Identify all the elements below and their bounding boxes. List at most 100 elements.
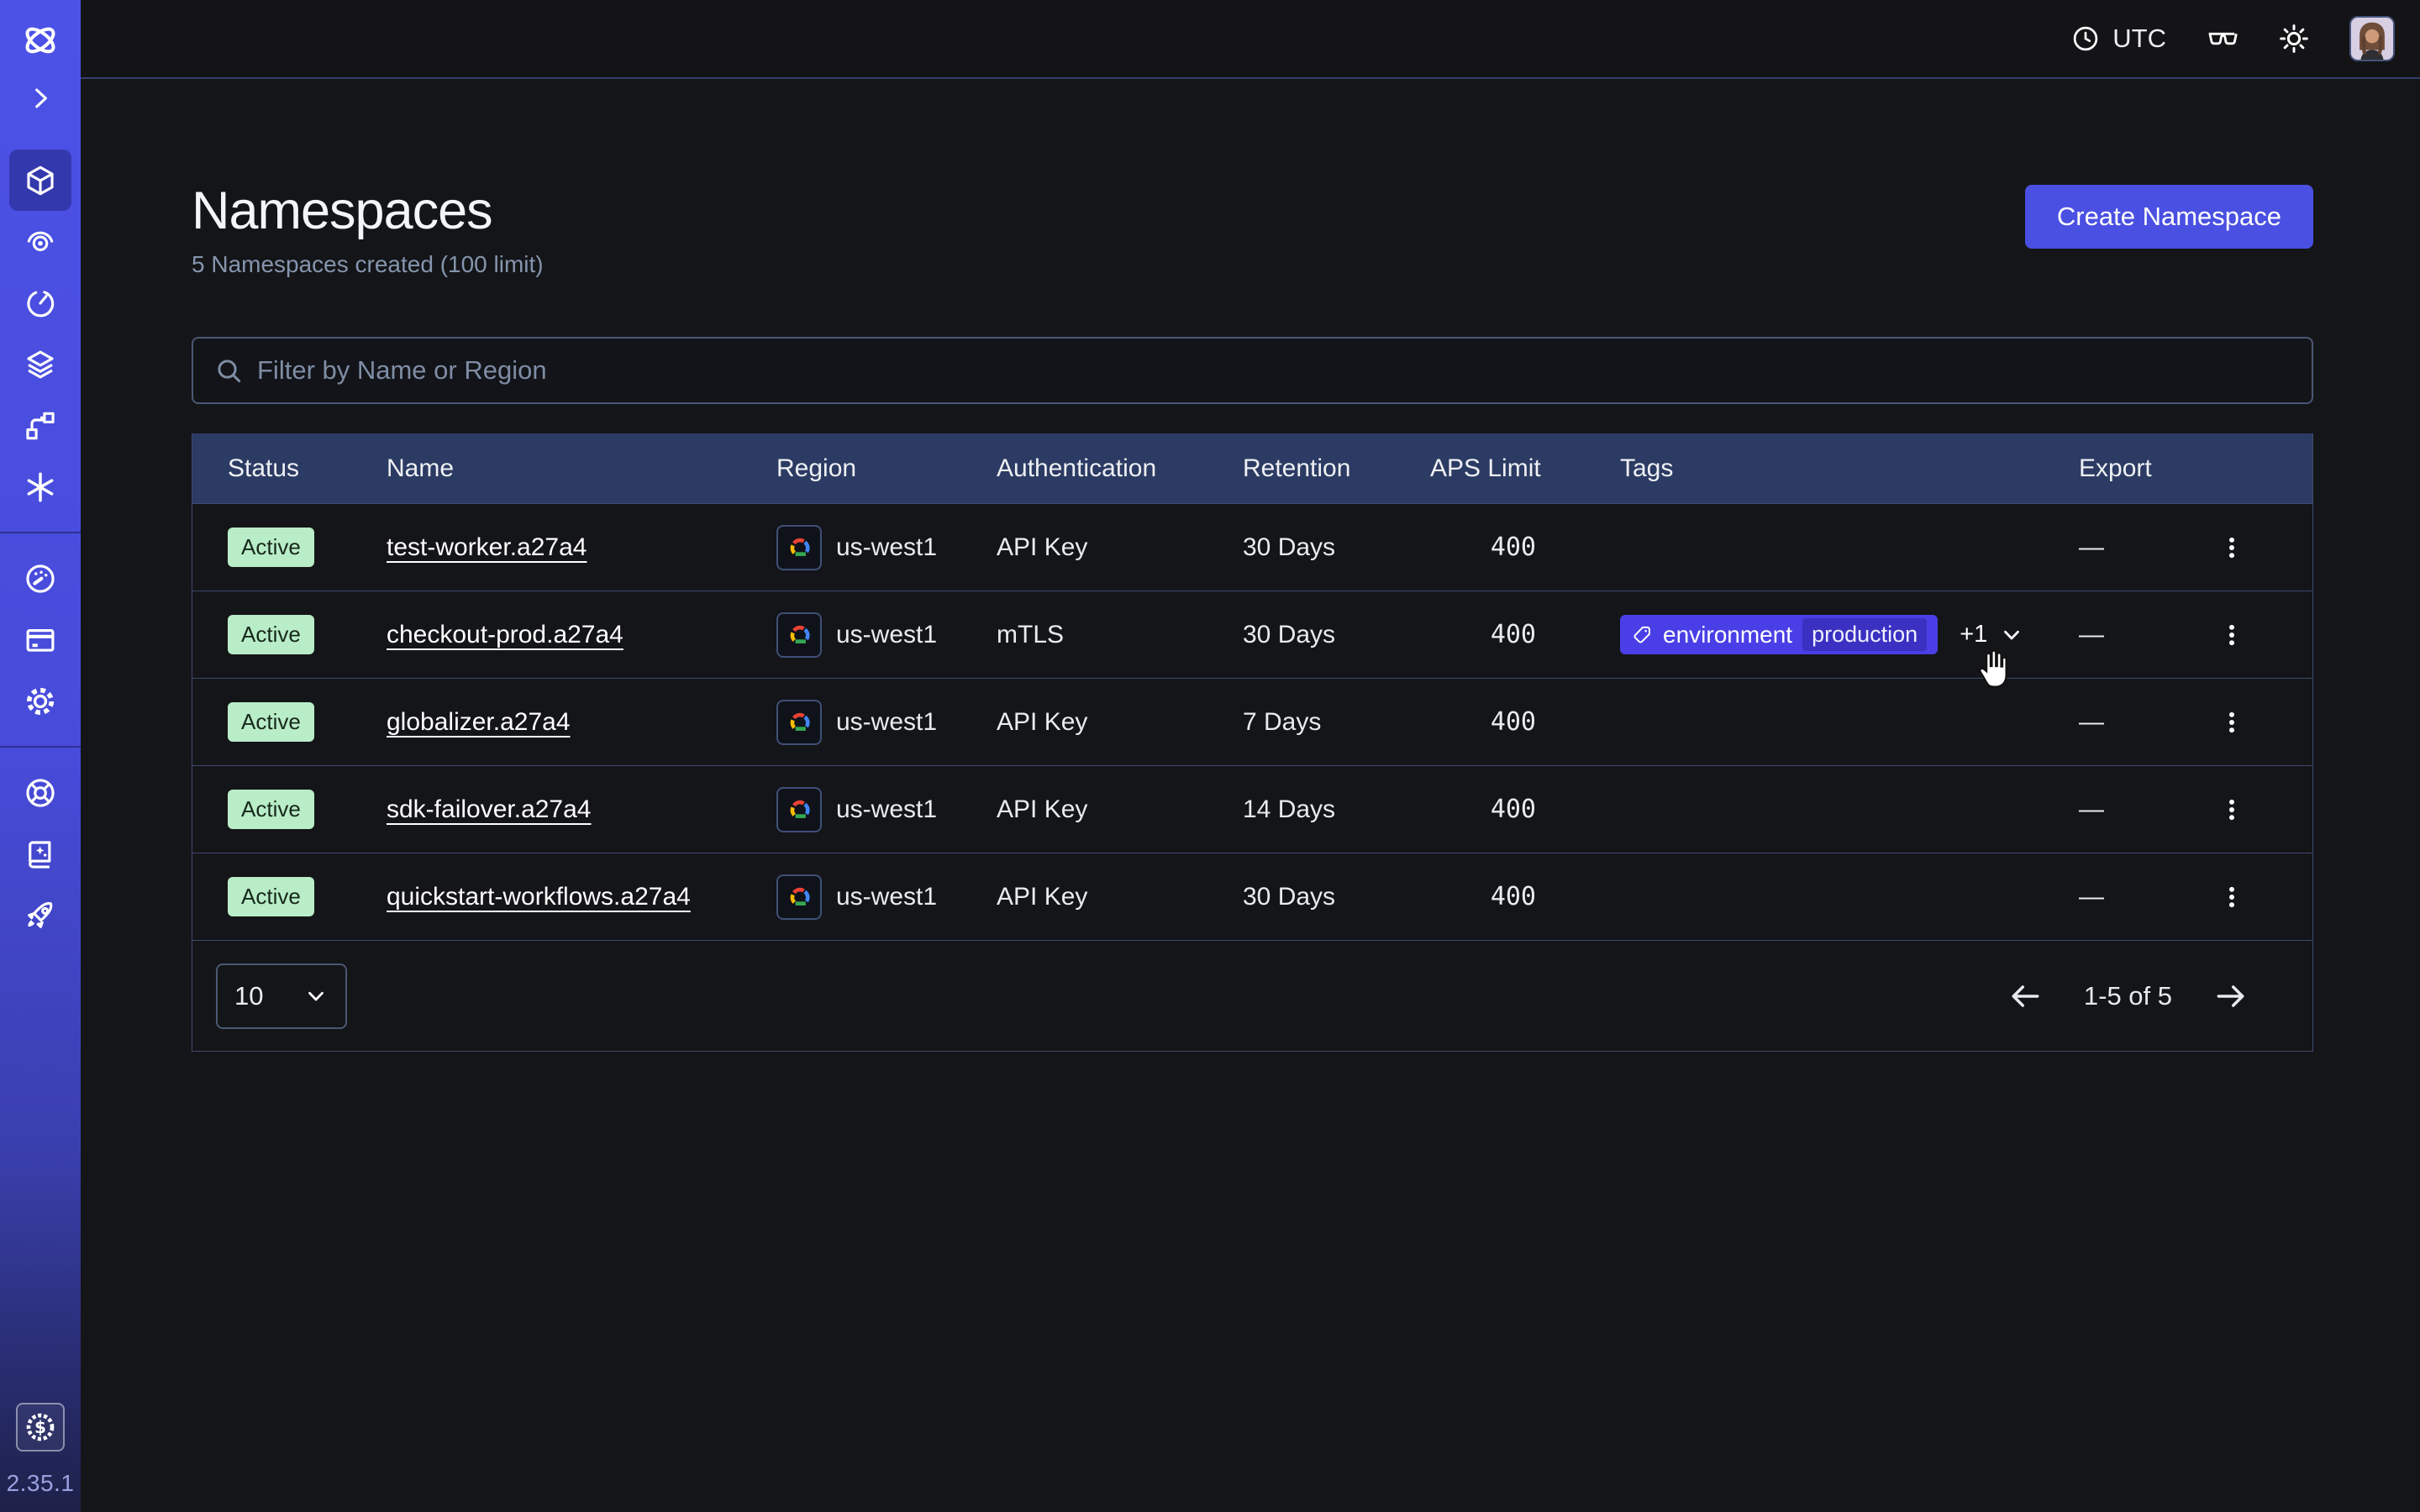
status-badge: Active (228, 615, 314, 654)
main-content: Namespaces 5 Namespaces created (100 lim… (81, 81, 2420, 1052)
column-header-tags: Tags (1620, 454, 2079, 483)
light-mode-icon[interactable] (2277, 22, 2311, 55)
lifebuoy-icon (23, 775, 58, 811)
kebab-icon (2217, 526, 2246, 570)
namespaces-table: Status Name Region Authentication Retent… (192, 433, 2313, 1052)
column-header-region: Region (776, 454, 997, 483)
avatar-image (2351, 18, 2393, 60)
status-badge: Active (228, 528, 314, 567)
table-header-row: Status Name Region Authentication Retent… (192, 433, 2312, 503)
page-subtitle: 5 Namespaces created (100 limit) (192, 251, 544, 278)
gcp-region-box (776, 612, 822, 658)
sidebar-item-deployments[interactable] (9, 395, 71, 456)
retention-value: 30 Days (1243, 621, 1430, 649)
sidebar-item-docs[interactable] (9, 823, 71, 885)
region-label: us-west1 (836, 621, 937, 649)
table-row: Active checkout-prod.a27a4 us-west1 mTLS… (192, 591, 2312, 678)
filter-bar[interactable] (192, 337, 2313, 404)
gcp-region-box (776, 525, 822, 570)
column-header-aps-limit: APS Limit (1430, 454, 1620, 483)
region-label: us-west1 (836, 533, 937, 562)
column-header-name: Name (387, 454, 776, 483)
namespace-link[interactable]: checkout-prod.a27a4 (387, 621, 623, 648)
retention-value: 30 Days (1243, 883, 1430, 911)
topbar: UTC (81, 0, 2420, 79)
dollar-seal-icon (24, 1410, 57, 1444)
sidebar-expand-chevron-icon[interactable] (26, 84, 55, 113)
aps-limit-value: 400 (1430, 707, 1620, 737)
kebab-icon (2217, 701, 2246, 744)
row-menu-button[interactable] (2215, 697, 2249, 748)
namespace-link[interactable]: globalizer.a27a4 (387, 708, 571, 736)
tag-icon (1631, 624, 1653, 646)
sidebar-item-getting-started[interactable] (9, 885, 71, 946)
column-header-status: Status (228, 454, 387, 483)
avatar[interactable] (2349, 16, 2395, 61)
row-menu-button[interactable] (2215, 785, 2249, 835)
credit-card-icon (23, 622, 58, 658)
namespace-link[interactable]: sdk-failover.a27a4 (387, 795, 592, 823)
temporal-logo-icon[interactable] (20, 20, 60, 60)
sidebar-item-schedules[interactable] (9, 272, 71, 333)
create-namespace-button[interactable]: Create Namespace (2025, 185, 2313, 249)
page-title: Namespaces (192, 185, 544, 238)
gcp-region-box (776, 787, 822, 832)
gear-icon (23, 684, 58, 719)
table-row: Active test-worker.a27a4 us-west1 API Ke… (192, 503, 2312, 591)
namespace-link[interactable]: test-worker.a27a4 (387, 533, 587, 561)
timer-icon (23, 286, 58, 321)
sidebar-nav (0, 150, 81, 946)
layers-icon (23, 347, 58, 382)
gcp-cloud-icon (784, 885, 814, 910)
tag-more-count: +1 (1960, 621, 1987, 648)
asterisk-icon (23, 470, 58, 505)
app-version: 2.35.1 (7, 1470, 75, 1497)
sidebar-item-usage[interactable] (9, 548, 71, 609)
auth-value: API Key (997, 533, 1243, 562)
kebab-icon (2217, 875, 2246, 919)
sidebar-item-settings[interactable] (9, 670, 71, 732)
pagination-range: 1-5 of 5 (2084, 981, 2172, 1011)
row-menu-button[interactable] (2215, 872, 2249, 922)
status-badge: Active (228, 877, 314, 916)
row-menu-button[interactable] (2215, 522, 2249, 573)
aps-limit-value: 400 (1430, 620, 1620, 649)
column-header-authentication: Authentication (997, 454, 1243, 483)
sidebar: 2.35.1 (0, 0, 81, 1512)
sidebar-divider (0, 746, 81, 748)
auth-value: mTLS (997, 621, 1243, 649)
export-value: — (2079, 795, 2104, 824)
namespace-link[interactable]: quickstart-workflows.a27a4 (387, 883, 691, 911)
sidebar-item-stack[interactable] (9, 333, 71, 395)
tags-expand-chevron-icon[interactable] (1999, 622, 2024, 648)
tag-chip[interactable]: environment production (1620, 615, 1938, 654)
gcp-cloud-icon (784, 622, 814, 648)
row-menu-button[interactable] (2215, 610, 2249, 660)
region-label: us-west1 (836, 883, 937, 911)
aps-limit-value: 400 (1430, 882, 1620, 911)
sidebar-item-billing[interactable] (9, 609, 71, 670)
status-badge: Active (228, 790, 314, 829)
page-size-select[interactable]: 10 (216, 963, 347, 1029)
clock-icon (2070, 24, 2101, 54)
timezone-selector[interactable]: UTC (2070, 24, 2166, 54)
sidebar-item-support[interactable] (9, 762, 71, 823)
filter-input[interactable] (257, 355, 2291, 386)
sidebar-item-nexus[interactable] (9, 456, 71, 517)
credits-badge-button[interactable] (16, 1403, 65, 1452)
previous-page-arrow-icon[interactable] (2007, 978, 2044, 1015)
book-sparkle-icon (23, 837, 58, 872)
sidebar-item-insights[interactable] (9, 211, 71, 272)
next-page-arrow-icon[interactable] (2212, 978, 2249, 1015)
branch-icon (23, 408, 58, 444)
page-size-value: 10 (234, 981, 263, 1011)
aps-limit-value: 400 (1430, 795, 1620, 824)
reader-glasses-icon[interactable] (2205, 22, 2238, 55)
table-row: Active globalizer.a27a4 us-west1 API Key… (192, 678, 2312, 765)
tag-key: environment (1663, 622, 1792, 648)
search-icon (213, 355, 244, 386)
sidebar-item-namespaces[interactable] (9, 150, 71, 211)
export-value: — (2079, 883, 2104, 911)
cube-icon (23, 163, 58, 198)
gcp-region-box (776, 874, 822, 920)
